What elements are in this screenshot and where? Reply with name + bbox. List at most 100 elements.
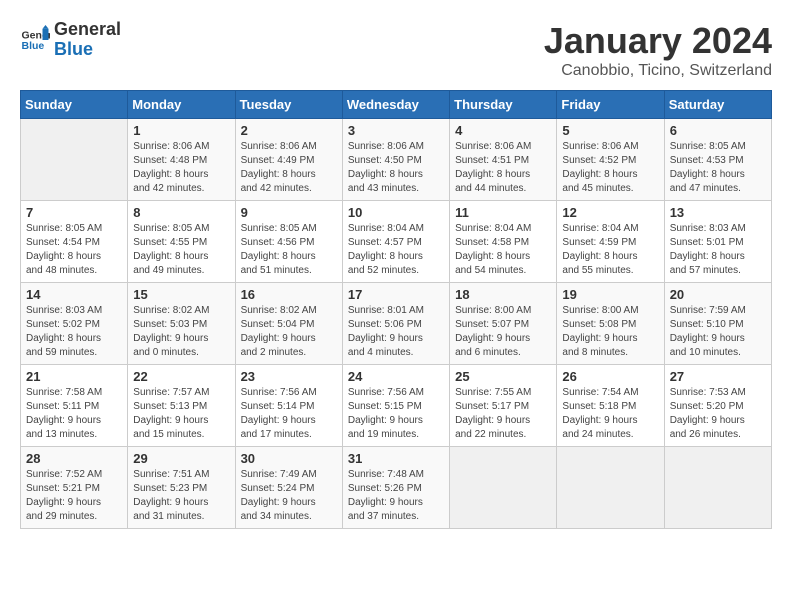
calendar-title: January 2024 — [544, 20, 772, 62]
day-info: Sunrise: 7:57 AM Sunset: 5:13 PM Dayligh… — [133, 386, 229, 442]
calendar-cell: 9 Sunrise: 8:05 AM Sunset: 4:56 PM Daylig… — [235, 201, 342, 283]
day-info: Sunrise: 8:01 AM Sunset: 5:06 PM Dayligh… — [348, 304, 444, 360]
day-info: Sunrise: 7:56 AM Sunset: 5:14 PM Dayligh… — [241, 386, 337, 442]
weekday-header-sunday: Sunday — [21, 91, 128, 119]
day-info: Sunrise: 7:59 AM Sunset: 5:10 PM Dayligh… — [670, 304, 766, 360]
day-info: Sunrise: 8:02 AM Sunset: 5:03 PM Dayligh… — [133, 304, 229, 360]
calendar-cell: 1 Sunrise: 8:06 AM Sunset: 4:48 PM Daylig… — [128, 119, 235, 201]
day-number: 24 — [348, 369, 444, 384]
day-info: Sunrise: 8:05 AM Sunset: 4:53 PM Dayligh… — [670, 140, 766, 196]
weekday-header-monday: Monday — [128, 91, 235, 119]
day-number: 2 — [241, 123, 337, 138]
day-number: 12 — [562, 205, 658, 220]
calendar-table: SundayMondayTuesdayWednesdayThursdayFrid… — [20, 90, 772, 529]
day-info: Sunrise: 7:58 AM Sunset: 5:11 PM Dayligh… — [26, 386, 122, 442]
day-info: Sunrise: 7:53 AM Sunset: 5:20 PM Dayligh… — [670, 386, 766, 442]
day-info: Sunrise: 8:03 AM Sunset: 5:01 PM Dayligh… — [670, 222, 766, 278]
weekday-header-tuesday: Tuesday — [235, 91, 342, 119]
day-number: 26 — [562, 369, 658, 384]
calendar-cell: 2 Sunrise: 8:06 AM Sunset: 4:49 PM Daylig… — [235, 119, 342, 201]
calendar-cell: 12Sunrise: 8:04 AM Sunset: 4:59 PM Dayli… — [557, 201, 664, 283]
weekday-header-saturday: Saturday — [664, 91, 771, 119]
calendar-cell: 14Sunrise: 8:03 AM Sunset: 5:02 PM Dayli… — [21, 283, 128, 365]
day-number: 1 — [133, 123, 229, 138]
calendar-subtitle: Canobbio, Ticino, Switzerland — [544, 62, 772, 80]
logo-icon: General Blue — [20, 25, 50, 55]
day-number: 13 — [670, 205, 766, 220]
day-info: Sunrise: 8:06 AM Sunset: 4:50 PM Dayligh… — [348, 140, 444, 196]
calendar-cell — [664, 447, 771, 529]
calendar-cell: 19 Sunrise: 8:00 AM Sunset: 5:08 PM Dayli… — [557, 283, 664, 365]
day-info: Sunrise: 8:04 AM Sunset: 4:57 PM Dayligh… — [348, 222, 444, 278]
day-number: 22 — [133, 369, 229, 384]
day-number: 10 — [348, 205, 444, 220]
day-number: 18 — [455, 287, 551, 302]
day-info: Sunrise: 8:00 AM Sunset: 5:07 PM Dayligh… — [455, 304, 551, 360]
day-info: Sunrise: 7:54 AM Sunset: 5:18 PM Dayligh… — [562, 386, 658, 442]
day-number: 15 — [133, 287, 229, 302]
day-number: 19 — [562, 287, 658, 302]
calendar-cell: 25Sunrise: 7:55 AM Sunset: 5:17 PM Dayli… — [450, 365, 557, 447]
weekday-header-thursday: Thursday — [450, 91, 557, 119]
calendar-cell: 15 Sunrise: 8:02 AM Sunset: 5:03 PM Dayli… — [128, 283, 235, 365]
day-info: Sunrise: 8:05 AM Sunset: 4:56 PM Dayligh… — [241, 222, 337, 278]
calendar-cell — [21, 119, 128, 201]
svg-text:Blue: Blue — [22, 40, 45, 52]
calendar-cell: 23 Sunrise: 7:56 AM Sunset: 5:14 PM Dayli… — [235, 365, 342, 447]
calendar-cell: 8Sunrise: 8:05 AM Sunset: 4:55 PM Daylig… — [128, 201, 235, 283]
calendar-cell: 20 Sunrise: 7:59 AM Sunset: 5:10 PM Dayli… — [664, 283, 771, 365]
calendar-cell: 13 Sunrise: 8:03 AM Sunset: 5:01 PM Dayli… — [664, 201, 771, 283]
calendar-cell: 10 Sunrise: 8:04 AM Sunset: 4:57 PM Dayli… — [342, 201, 449, 283]
week-row-4: 21Sunrise: 7:58 AM Sunset: 5:11 PM Dayli… — [21, 365, 772, 447]
day-info: Sunrise: 7:56 AM Sunset: 5:15 PM Dayligh… — [348, 386, 444, 442]
calendar-cell: 28 Sunrise: 7:52 AM Sunset: 5:21 PM Dayli… — [21, 447, 128, 529]
calendar-cell: 17Sunrise: 8:01 AM Sunset: 5:06 PM Dayli… — [342, 283, 449, 365]
day-info: Sunrise: 7:52 AM Sunset: 5:21 PM Dayligh… — [26, 468, 122, 524]
calendar-cell — [557, 447, 664, 529]
title-section: January 2024 Canobbio, Ticino, Switzerla… — [544, 20, 772, 80]
logo-text: General Blue — [54, 20, 121, 60]
day-number: 4 — [455, 123, 551, 138]
day-number: 20 — [670, 287, 766, 302]
week-row-1: 1 Sunrise: 8:06 AM Sunset: 4:48 PM Daylig… — [21, 119, 772, 201]
day-info: Sunrise: 8:02 AM Sunset: 5:04 PM Dayligh… — [241, 304, 337, 360]
day-number: 31 — [348, 451, 444, 466]
day-info: Sunrise: 8:06 AM Sunset: 4:48 PM Dayligh… — [133, 140, 229, 196]
day-info: Sunrise: 7:49 AM Sunset: 5:24 PM Dayligh… — [241, 468, 337, 524]
calendar-cell — [450, 447, 557, 529]
day-info: Sunrise: 8:04 AM Sunset: 4:58 PM Dayligh… — [455, 222, 551, 278]
calendar-cell: 31 Sunrise: 7:48 AM Sunset: 5:26 PM Dayli… — [342, 447, 449, 529]
calendar-cell: 21Sunrise: 7:58 AM Sunset: 5:11 PM Dayli… — [21, 365, 128, 447]
logo: General Blue General Blue — [20, 20, 121, 60]
calendar-cell: 6 Sunrise: 8:05 AM Sunset: 4:53 PM Daylig… — [664, 119, 771, 201]
day-info: Sunrise: 8:06 AM Sunset: 4:49 PM Dayligh… — [241, 140, 337, 196]
day-number: 14 — [26, 287, 122, 302]
day-number: 27 — [670, 369, 766, 384]
calendar-cell: 4Sunrise: 8:06 AM Sunset: 4:51 PM Daylig… — [450, 119, 557, 201]
day-number: 11 — [455, 205, 551, 220]
day-number: 9 — [241, 205, 337, 220]
calendar-cell: 16Sunrise: 8:02 AM Sunset: 5:04 PM Dayli… — [235, 283, 342, 365]
day-number: 7 — [26, 205, 122, 220]
day-number: 28 — [26, 451, 122, 466]
day-number: 3 — [348, 123, 444, 138]
day-number: 5 — [562, 123, 658, 138]
calendar-cell: 30 Sunrise: 7:49 AM Sunset: 5:24 PM Dayli… — [235, 447, 342, 529]
day-info: Sunrise: 8:06 AM Sunset: 4:52 PM Dayligh… — [562, 140, 658, 196]
day-number: 23 — [241, 369, 337, 384]
calendar-cell: 5 Sunrise: 8:06 AM Sunset: 4:52 PM Daylig… — [557, 119, 664, 201]
day-info: Sunrise: 7:51 AM Sunset: 5:23 PM Dayligh… — [133, 468, 229, 524]
day-info: Sunrise: 8:00 AM Sunset: 5:08 PM Dayligh… — [562, 304, 658, 360]
calendar-cell: 7 Sunrise: 8:05 AM Sunset: 4:54 PM Daylig… — [21, 201, 128, 283]
calendar-cell: 22 Sunrise: 7:57 AM Sunset: 5:13 PM Dayli… — [128, 365, 235, 447]
day-number: 6 — [670, 123, 766, 138]
day-info: Sunrise: 8:05 AM Sunset: 4:54 PM Dayligh… — [26, 222, 122, 278]
calendar-cell: 11 Sunrise: 8:04 AM Sunset: 4:58 PM Dayli… — [450, 201, 557, 283]
day-number: 8 — [133, 205, 229, 220]
day-info: Sunrise: 7:55 AM Sunset: 5:17 PM Dayligh… — [455, 386, 551, 442]
calendar-cell: 29Sunrise: 7:51 AM Sunset: 5:23 PM Dayli… — [128, 447, 235, 529]
day-info: Sunrise: 7:48 AM Sunset: 5:26 PM Dayligh… — [348, 468, 444, 524]
calendar-cell: 18 Sunrise: 8:00 AM Sunset: 5:07 PM Dayli… — [450, 283, 557, 365]
day-number: 30 — [241, 451, 337, 466]
calendar-cell: 26 Sunrise: 7:54 AM Sunset: 5:18 PM Dayli… — [557, 365, 664, 447]
